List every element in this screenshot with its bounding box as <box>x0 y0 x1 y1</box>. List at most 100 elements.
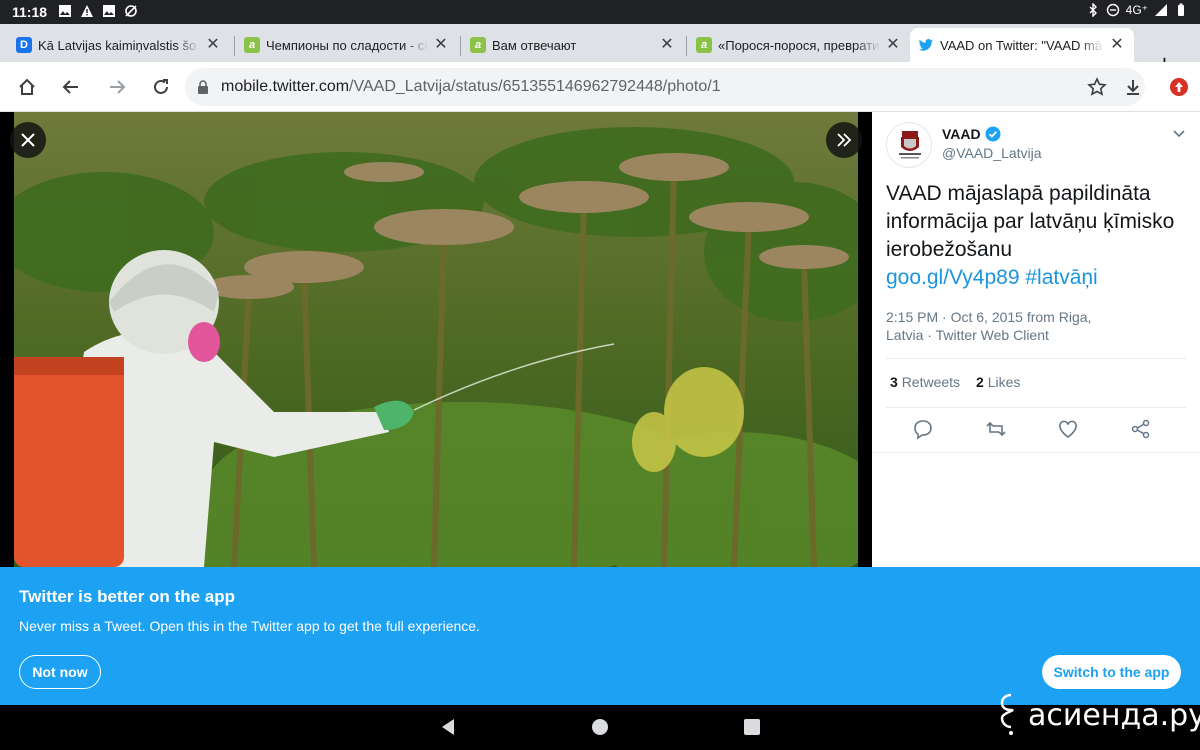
bluetooth-icon <box>1089 3 1097 17</box>
nav-recents-icon[interactable] <box>744 719 760 735</box>
update-available-button[interactable] <box>1170 78 1188 96</box>
url-path: /VAAD_Latvija/status/651355146962792448/… <box>349 78 721 95</box>
nav-back-icon[interactable] <box>440 718 456 736</box>
lock-icon[interactable] <box>197 80 209 94</box>
tweet-location[interactable]: Latvia <box>886 327 923 343</box>
close-icon <box>21 133 35 147</box>
home-button[interactable] <box>14 74 40 100</box>
likes-count: 2 <box>976 374 984 390</box>
tweet-source[interactable]: Twitter Web Client <box>936 327 1049 343</box>
tweet-hashtag[interactable]: #latvāņi <box>1025 266 1097 289</box>
url-host: mobile.twitter.com <box>221 78 350 95</box>
tweet-stats: 3 Retweets 2 Likes <box>890 374 1020 390</box>
tab-2[interactable]: a Чемпионы по сладости - се ✕ <box>236 28 458 62</box>
tab-separator <box>686 36 687 56</box>
back-button[interactable] <box>58 74 84 100</box>
retweets-stat[interactable]: 3 Retweets <box>890 374 960 390</box>
tweet-metadata: 2:15 PM · Oct 6, 2015 from Riga, Latvia … <box>886 308 1186 344</box>
tab-separator <box>234 36 235 56</box>
close-tab-icon[interactable]: ✕ <box>204 36 222 54</box>
arrow-right-icon <box>110 80 126 94</box>
reply-icon[interactable] <box>912 418 934 440</box>
close-tab-icon[interactable]: ✕ <box>432 36 450 54</box>
divider <box>886 407 1186 408</box>
tab-4[interactable]: a «Порося-порося, преврати ✕ <box>688 28 910 62</box>
system-status-bar: 11:18 4G⁺ <box>0 0 1200 24</box>
reload-button[interactable] <box>148 74 174 100</box>
tab-title: Вам отвечают <box>492 37 577 53</box>
tab-title: VAAD on Twitter: "VAAD mā <box>940 37 1103 53</box>
divider <box>886 358 1186 359</box>
tweet-body: VAAD mājaslapā papildināta informācija p… <box>886 182 1175 261</box>
tab-5-active[interactable]: VAAD on Twitter: "VAAD mā ✕ <box>910 28 1134 62</box>
tab-title: Kā Latvijas kaimiņvalstis šo <box>38 37 197 53</box>
nav-home-icon[interactable] <box>592 719 608 735</box>
acienda-icon: a <box>244 37 260 53</box>
tweet-detail-panel: VAAD @VAAD_Latvija VAAD mājaslapā papild… <box>872 112 1200 567</box>
tab-separator <box>460 36 461 56</box>
do-not-disturb-icon <box>1106 3 1119 17</box>
twitter-icon <box>918 39 933 51</box>
double-chevron-right-icon <box>837 133 852 147</box>
site-watermark: асиенда.ру <box>998 690 1200 740</box>
close-photo-button[interactable] <box>10 122 46 158</box>
meta-separator: · <box>927 327 932 343</box>
notification-icons <box>58 4 138 18</box>
home-icon <box>19 78 35 95</box>
url-text[interactable]: mobile.twitter.com/VAAD_Latvija/status/6… <box>221 78 721 96</box>
tab-strip: D Kā Latvijas kaimiņvalstis šo ✕ a Чемпи… <box>0 24 1200 77</box>
arrow-up-icon <box>1175 82 1183 92</box>
acienda-icon: a <box>696 37 712 53</box>
acienda-logo-icon <box>1000 693 1014 735</box>
tab-3[interactable]: a Вам отвечают ✕ <box>462 28 684 62</box>
divider <box>872 452 1200 453</box>
vaad-logo-icon <box>899 131 921 159</box>
open-app-banner: Twitter is better on the app Never miss … <box>0 567 1200 705</box>
network-type: 4G⁺ <box>1125 3 1148 17</box>
acienda-icon: a <box>470 37 486 53</box>
retweet-icon[interactable] <box>985 418 1007 440</box>
delfi-icon: D <box>16 37 32 53</box>
warning-icon <box>81 5 93 17</box>
browser-toolbar: mobile.twitter.com/VAAD_Latvija/status/6… <box>0 62 1200 112</box>
chevron-down-icon[interactable] <box>1172 126 1186 140</box>
next-photo-button[interactable] <box>826 122 862 158</box>
photo-viewer <box>0 112 872 567</box>
no-sync-icon <box>125 5 137 17</box>
verified-badge-icon <box>985 126 1001 142</box>
address-bar[interactable]: mobile.twitter.com/VAAD_Latvija/status/6… <box>185 68 1145 106</box>
retweets-label: Retweets <box>901 374 961 390</box>
author-name-text: VAAD <box>942 126 981 142</box>
author-name[interactable]: VAAD <box>942 126 1001 142</box>
tweet-actions <box>912 418 1152 440</box>
close-tab-icon[interactable]: ✕ <box>884 36 902 54</box>
signal-icon <box>1155 4 1167 16</box>
download-icon[interactable] <box>1123 77 1143 97</box>
status-time: 11:18 <box>12 4 48 20</box>
tab-title: Чемпионы по сладости - се <box>266 37 428 53</box>
tab-title: «Порося-порося, преврати <box>718 37 880 53</box>
tweet-text: VAAD mājaslapā papildināta informācija p… <box>886 180 1186 292</box>
tweet-timestamp[interactable]: 2:15 PM · Oct 6, 2015 from Riga, <box>886 309 1091 325</box>
tab-1[interactable]: D Kā Latvijas kaimiņvalstis šo ✕ <box>8 28 230 62</box>
likes-stat[interactable]: 2 Likes <box>976 374 1020 390</box>
gallery-icon <box>59 5 71 17</box>
switch-to-app-button[interactable]: Switch to the app <box>1042 655 1181 689</box>
bookmark-star-icon[interactable] <box>1087 77 1107 97</box>
reload-icon <box>154 79 168 94</box>
banner-subtitle: Never miss a Tweet. Open this in the Twi… <box>19 618 480 634</box>
forward-button[interactable] <box>104 74 130 100</box>
arrow-left-icon <box>62 80 78 94</box>
hogweed-spraying-photo <box>14 112 858 567</box>
system-icons: 4G⁺ <box>1086 3 1188 17</box>
close-tab-icon[interactable]: ✕ <box>1108 36 1126 54</box>
tweet-photo[interactable] <box>14 112 858 567</box>
not-now-button[interactable]: Not now <box>19 655 101 689</box>
tweet-link[interactable]: goo.gl/Vy4p89 <box>886 266 1020 289</box>
share-icon[interactable] <box>1130 418 1152 440</box>
heart-icon[interactable] <box>1057 418 1079 440</box>
author-avatar[interactable] <box>886 122 932 168</box>
banner-title: Twitter is better on the app <box>19 587 235 606</box>
close-tab-icon[interactable]: ✕ <box>658 36 676 54</box>
author-handle[interactable]: @VAAD_Latvija <box>942 145 1042 161</box>
